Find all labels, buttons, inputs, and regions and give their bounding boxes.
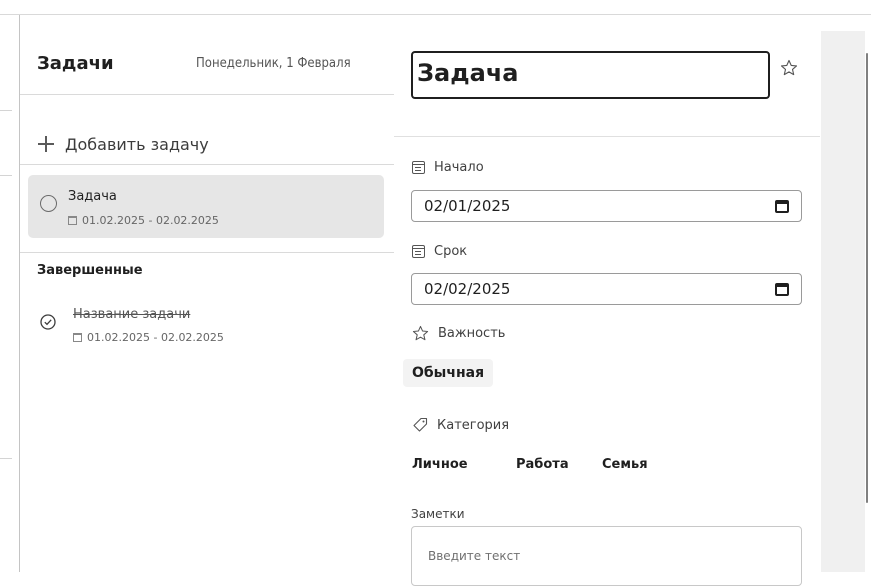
side-panel-strip	[821, 31, 865, 572]
task-item[interactable]: Задача 01.02.2025 - 02.02.2025	[28, 175, 384, 238]
add-task-label: Добавить задачу	[65, 134, 209, 154]
scrollbar[interactable]	[865, 15, 871, 572]
category-chip-personal[interactable]: Личное	[403, 451, 477, 478]
importance-value-button[interactable]: Обычная	[403, 359, 494, 387]
category-label: Категория	[437, 417, 510, 433]
notes-label: Заметки	[411, 507, 465, 521]
completed-task-dates: 01.02.2025 - 02.02.2025	[73, 331, 224, 344]
due-label-row: Срок	[412, 244, 467, 259]
category-chip-work[interactable]: Работа	[507, 451, 578, 478]
divider	[394, 136, 820, 137]
importance-label-row: Важность	[412, 325, 505, 342]
scrollbar-thumb[interactable]	[866, 53, 868, 503]
notes-textarea[interactable]: Введите текст	[411, 526, 802, 586]
start-label-row: Начало	[412, 160, 484, 175]
edge-tick	[0, 458, 12, 459]
task-title-input[interactable]: Задача	[411, 51, 770, 99]
calendar-picker-icon[interactable]	[775, 199, 789, 213]
task-detail-pane: Задача Начало 02/01/2025 Срок 02/02/2025…	[394, 15, 820, 586]
edge-tick	[0, 110, 12, 111]
current-date: Понедельник, 1 Февраля	[196, 56, 351, 71]
calendar-picker-icon[interactable]	[775, 282, 789, 296]
task-item-name: Задача	[68, 189, 117, 204]
circle-icon[interactable]	[40, 195, 57, 212]
tag-icon	[412, 417, 428, 433]
check-circle-icon[interactable]	[40, 314, 56, 330]
calendar-icon	[412, 245, 425, 258]
divider	[20, 94, 394, 95]
add-task-button[interactable]: Добавить задачу	[37, 132, 209, 156]
task-item-date-text: 01.02.2025 - 02.02.2025	[82, 214, 219, 227]
star-icon[interactable]	[780, 59, 798, 77]
start-date-input[interactable]: 02/01/2025	[411, 190, 802, 222]
edge-tick	[0, 175, 12, 176]
category-chip-family[interactable]: Семья	[593, 451, 657, 478]
completed-section-title: Завершенные	[37, 263, 143, 278]
due-date-value: 02/02/2025	[424, 280, 511, 298]
calendar-icon	[73, 333, 82, 342]
due-date-input[interactable]: 02/02/2025	[411, 273, 802, 305]
task-list-title: Задачи	[37, 53, 114, 74]
task-item-dates: 01.02.2025 - 02.02.2025	[68, 214, 219, 227]
star-icon	[412, 325, 429, 342]
completed-task-date-text: 01.02.2025 - 02.02.2025	[87, 331, 224, 344]
start-date-value: 02/01/2025	[424, 197, 511, 215]
importance-label: Важность	[438, 326, 506, 341]
divider	[20, 164, 394, 165]
calendar-icon	[68, 216, 77, 225]
task-list-pane: Задачи Понедельник, 1 Февраля Добавить з…	[20, 15, 394, 572]
category-label-row: Категория	[412, 417, 509, 433]
calendar-icon	[412, 161, 425, 174]
start-label: Начало	[434, 160, 484, 175]
plus-icon	[37, 135, 55, 153]
divider	[20, 252, 394, 253]
completed-task-name[interactable]: Название задачи	[73, 307, 190, 322]
due-label: Срок	[434, 244, 468, 259]
